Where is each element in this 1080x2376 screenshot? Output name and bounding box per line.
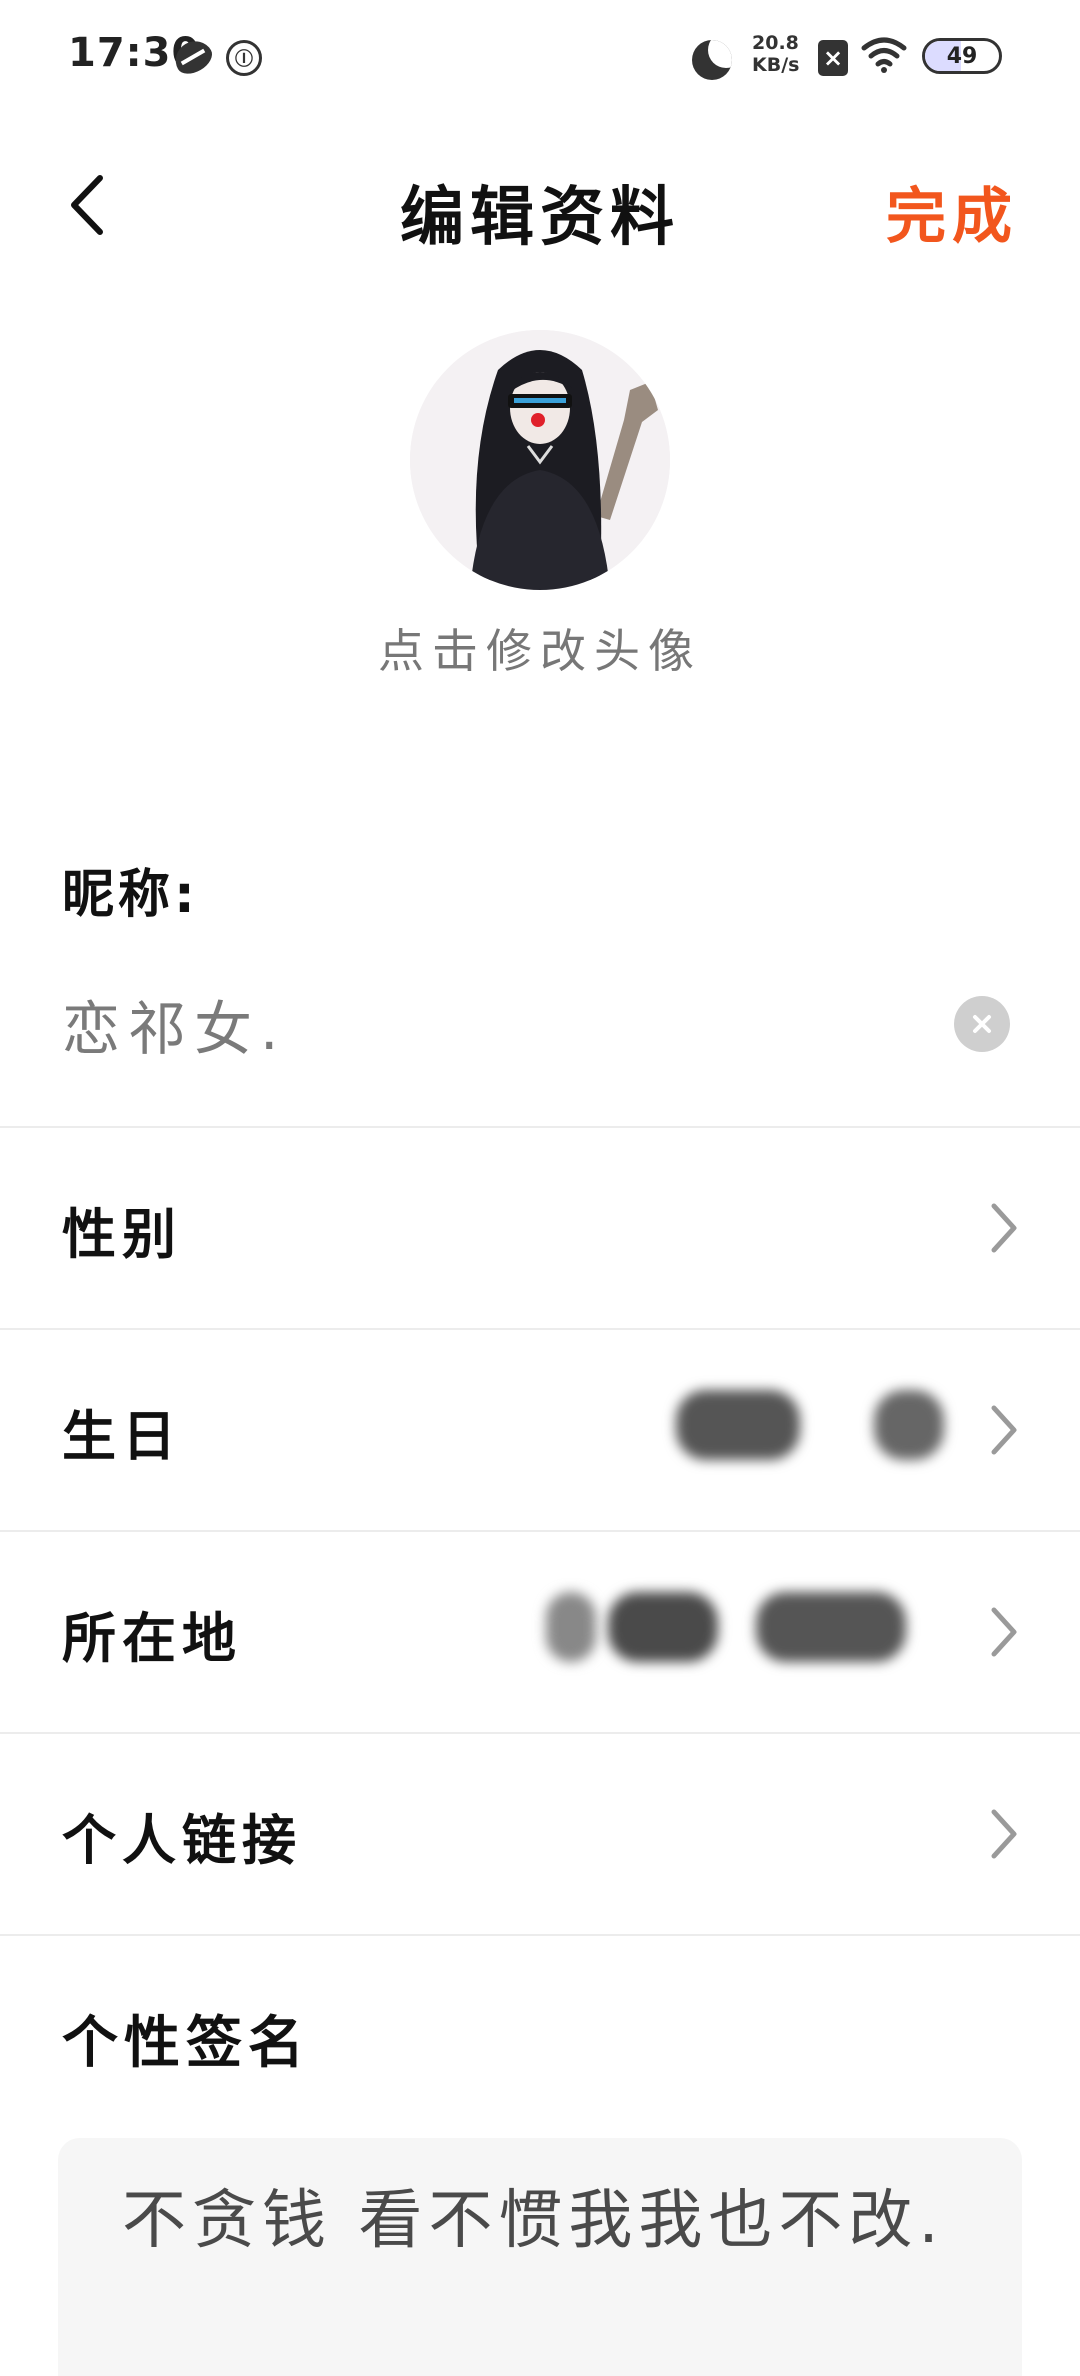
signature-text: 不贪钱 看不惯我我也不改. (122, 2184, 945, 2258)
battery-icon: 49 (922, 38, 1002, 74)
signature-label: 个性签名 (62, 2011, 310, 2076)
row-birthday[interactable]: 生日 (0, 1330, 1080, 1530)
wifi-icon (860, 34, 908, 74)
row-label: 个人链接 (62, 1809, 302, 1872)
redacted-value (874, 1390, 944, 1460)
header: 编辑资料 完成 (0, 140, 1080, 270)
row-label: 生日 (62, 1405, 182, 1468)
avatar-image (410, 330, 670, 590)
avatar[interactable] (410, 330, 670, 590)
row-gender[interactable]: 性别 (0, 1128, 1080, 1328)
battery-level: 49 (946, 43, 978, 69)
edit-profile-screen: 17:30 Ⓘ 20.8 KB/s × 49 编辑资料 完成 点击修改头像 昵称… (0, 0, 1080, 2376)
row-label: 性别 (62, 1203, 182, 1266)
redacted-value (756, 1592, 906, 1662)
close-icon (973, 1015, 991, 1033)
status-bar: 17:30 Ⓘ 20.8 KB/s × 49 (0, 0, 1080, 118)
clear-button[interactable] (954, 996, 1010, 1052)
redacted-value (608, 1592, 718, 1662)
signature-textarea[interactable]: 不贪钱 看不惯我我也不改. (58, 2138, 1022, 2376)
row-label: 所在地 (62, 1607, 242, 1670)
divider (0, 1934, 1080, 1936)
redacted-value (676, 1390, 800, 1460)
row-location[interactable]: 所在地 (0, 1532, 1080, 1732)
net-speed-unit: KB/s (752, 54, 800, 76)
net-speed: 20.8 KB/s (752, 32, 800, 76)
moon-icon (692, 40, 732, 80)
chevron-right-icon (991, 1405, 1017, 1455)
chevron-right-icon (991, 1607, 1017, 1657)
no-sim-icon: × (818, 40, 848, 76)
nickname-label: 昵称: (62, 865, 199, 925)
avatar-hint[interactable]: 点击修改头像 (0, 615, 1080, 681)
done-button[interactable]: 完成 (886, 168, 1018, 255)
chevron-right-icon (991, 1809, 1017, 1859)
redacted-value (546, 1592, 596, 1662)
net-speed-value: 20.8 (752, 32, 799, 54)
nickname-input[interactable] (62, 988, 922, 1060)
chevron-right-icon (991, 1203, 1017, 1253)
row-personal-link[interactable]: 个人链接 (0, 1734, 1080, 1934)
circle-icon: Ⓘ (226, 40, 262, 76)
